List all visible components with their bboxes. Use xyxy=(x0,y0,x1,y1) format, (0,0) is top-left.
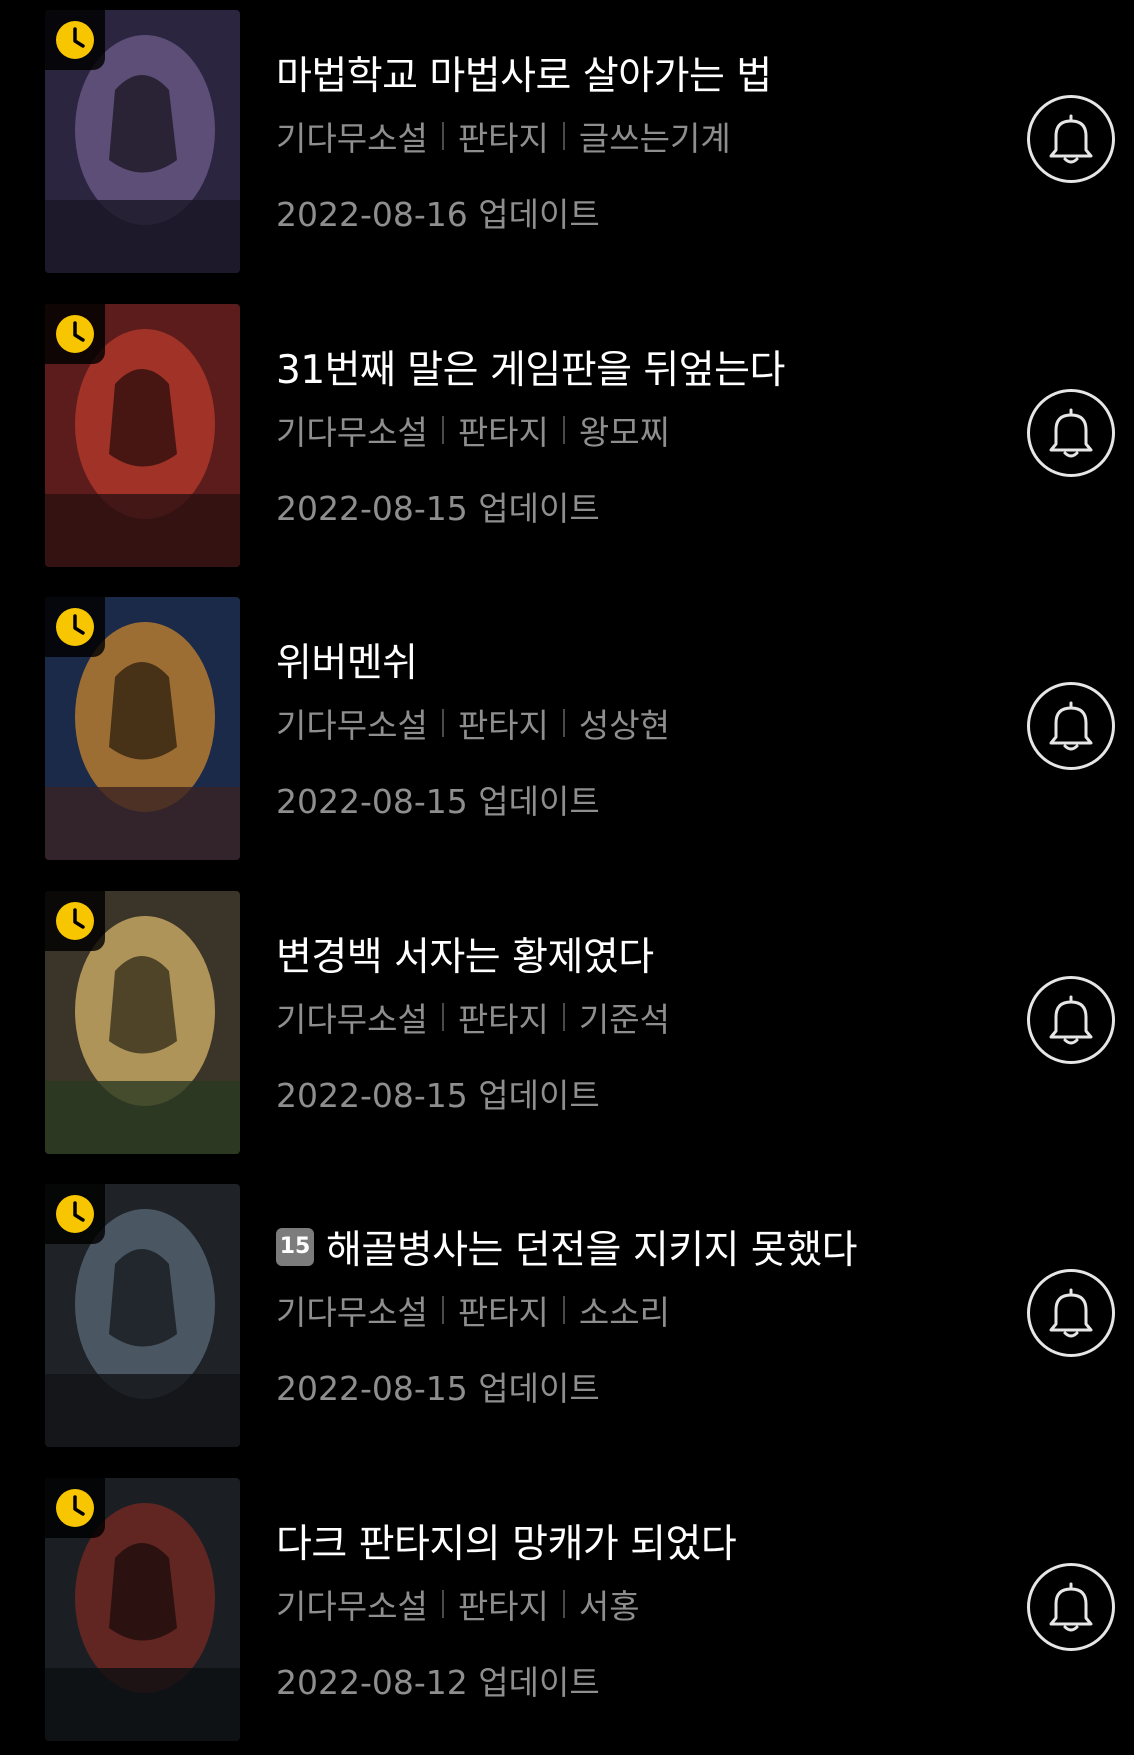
genre-label: 판타지 xyxy=(457,412,549,452)
cover-image[interactable] xyxy=(45,10,240,273)
update-date: 2022-08-15 업데이트 xyxy=(276,1369,600,1408)
meta-divider xyxy=(562,1002,565,1031)
genre-label: 판타지 xyxy=(457,706,549,745)
bell-icon xyxy=(1049,701,1093,751)
meta-divider xyxy=(441,1296,444,1324)
meta-row: 기다무소설 판타지 성상현 xyxy=(276,699,670,747)
meta-divider xyxy=(562,1296,565,1324)
novel-list-item[interactable]: 위버멘쉬 기다무소설 판타지 성상현 2022-08-15 업데이트 xyxy=(0,587,1134,860)
novel-list-item[interactable]: 마법학교 마법사로 살아가는 법 기다무소설 판타지 글쓰는기계 2022-08… xyxy=(0,0,1134,273)
update-date: 2022-08-15 업데이트 xyxy=(276,1075,600,1115)
title-row[interactable]: 변경백 서자는 황제였다 xyxy=(276,926,654,982)
category-label: 기다무소설 xyxy=(276,999,428,1039)
title-row[interactable]: 31번째 말은 게임판을 뒤엎는다 xyxy=(276,339,785,395)
genre-label: 판타지 xyxy=(457,1293,549,1332)
meta-row: 기다무소설 판타지 기준석 xyxy=(276,993,670,1041)
age-rating-badge: 15 xyxy=(276,1228,314,1266)
wait-free-badge xyxy=(45,10,105,70)
clock-icon xyxy=(56,608,94,646)
bell-icon xyxy=(1049,114,1093,164)
author-label: 기준석 xyxy=(578,999,670,1039)
update-date: 2022-08-15 업데이트 xyxy=(276,782,600,821)
update-date: 2022-08-16 업데이트 xyxy=(276,195,600,234)
novel-list-item[interactable]: 31번째 말은 게임판을 뒤엎는다 기다무소설 판타지 왕모찌 2022-08-… xyxy=(0,294,1134,567)
subscribe-alert-button[interactable] xyxy=(1027,1562,1115,1651)
genre-label: 판타지 xyxy=(457,1586,549,1626)
clock-icon xyxy=(56,21,94,59)
meta-divider xyxy=(562,122,565,150)
meta-divider xyxy=(562,1589,565,1618)
bell-icon xyxy=(1049,1288,1093,1338)
subscribe-alert-button[interactable] xyxy=(1027,975,1115,1064)
novel-title[interactable]: 다크 판타지의 망캐가 되었다 xyxy=(276,1513,737,1569)
subscribe-alert-button[interactable] xyxy=(1027,682,1115,770)
clock-icon xyxy=(56,901,94,940)
author-label: 왕모찌 xyxy=(578,412,670,452)
title-row[interactable]: 위버멘쉬 xyxy=(276,632,418,688)
wait-free-badge xyxy=(45,597,105,657)
category-label: 기다무소설 xyxy=(276,1293,428,1332)
bell-icon xyxy=(1049,995,1093,1044)
bell-icon xyxy=(1049,1582,1093,1631)
author-label: 서홍 xyxy=(578,1586,640,1626)
novel-title[interactable]: 해골병사는 던전을 지키지 못했다 xyxy=(326,1219,858,1275)
author-label: 성상현 xyxy=(578,706,670,745)
meta-divider xyxy=(441,122,444,150)
wait-free-badge xyxy=(45,303,105,364)
cover-image[interactable] xyxy=(45,890,240,1154)
category-label: 기다무소설 xyxy=(276,119,428,158)
meta-row: 기다무소설 판타지 왕모찌 xyxy=(276,406,670,454)
wait-free-badge xyxy=(45,1184,105,1244)
clock-icon xyxy=(56,314,94,353)
meta-divider xyxy=(441,415,444,444)
title-row[interactable]: 다크 판타지의 망캐가 되었다 xyxy=(276,1513,737,1569)
subscribe-alert-button[interactable] xyxy=(1027,95,1115,183)
meta-row: 기다무소설 판타지 서홍 xyxy=(276,1580,640,1628)
cover-image[interactable] xyxy=(45,303,240,567)
meta-row: 기다무소설 판타지 소소리 xyxy=(276,1286,670,1334)
author-label: 글쓰는기계 xyxy=(578,119,731,158)
genre-label: 판타지 xyxy=(457,119,549,158)
author-label: 소소리 xyxy=(578,1293,670,1332)
novel-title[interactable]: 마법학교 마법사로 살아가는 법 xyxy=(276,45,772,101)
genre-label: 판타지 xyxy=(457,999,549,1039)
title-row[interactable]: 마법학교 마법사로 살아가는 법 xyxy=(276,45,772,101)
novel-list-item[interactable]: 다크 판타지의 망캐가 되었다 기다무소설 판타지 서홍 2022-08-12 … xyxy=(0,1468,1134,1741)
meta-divider xyxy=(441,709,444,737)
novel-title[interactable]: 위버멘쉬 xyxy=(276,632,418,688)
category-label: 기다무소설 xyxy=(276,1586,428,1626)
update-date: 2022-08-15 업데이트 xyxy=(276,488,600,528)
category-label: 기다무소설 xyxy=(276,706,428,745)
subscribe-alert-button[interactable] xyxy=(1027,388,1115,477)
meta-divider xyxy=(562,709,565,737)
category-label: 기다무소설 xyxy=(276,412,428,452)
meta-divider xyxy=(441,1002,444,1031)
novel-title[interactable]: 31번째 말은 게임판을 뒤엎는다 xyxy=(276,339,785,395)
novel-list-item[interactable]: 변경백 서자는 황제였다 기다무소설 판타지 기준석 2022-08-15 업데… xyxy=(0,881,1134,1154)
update-date: 2022-08-12 업데이트 xyxy=(276,1662,600,1702)
novel-list-item[interactable]: 15 해골병사는 던전을 지키지 못했다 기다무소설 판타지 소소리 2022-… xyxy=(0,1174,1134,1447)
bell-icon xyxy=(1049,408,1093,457)
wait-free-badge xyxy=(45,890,105,951)
cover-image[interactable] xyxy=(45,1477,240,1741)
subscribe-alert-button[interactable] xyxy=(1027,1269,1115,1357)
title-row[interactable]: 15 해골병사는 던전을 지키지 못했다 xyxy=(276,1219,858,1275)
meta-divider xyxy=(562,415,565,444)
meta-divider xyxy=(441,1589,444,1618)
clock-icon xyxy=(56,1488,94,1527)
cover-image[interactable] xyxy=(45,1184,240,1447)
cover-image[interactable] xyxy=(45,597,240,860)
meta-row: 기다무소설 판타지 글쓰는기계 xyxy=(276,112,731,160)
clock-icon xyxy=(56,1195,94,1233)
novel-title[interactable]: 변경백 서자는 황제였다 xyxy=(276,926,654,982)
wait-free-badge xyxy=(45,1477,105,1538)
